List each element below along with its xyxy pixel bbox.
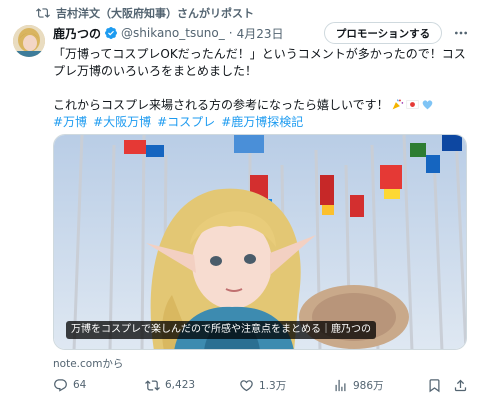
views-count: 986万 (353, 379, 384, 392)
avatar-image (13, 25, 45, 57)
reply-count: 64 (73, 379, 87, 391)
repost-text: 吉村洋文（大阪府知事）さんがリポスト (56, 7, 254, 20)
repost-icon (145, 379, 160, 391)
hashtag-link[interactable]: #鹿万博探検記 (221, 115, 303, 129)
bookmark-icon (429, 378, 440, 392)
hashtags: #万博 #大阪万博 #コスプレ #鹿万博探検記 (53, 114, 473, 131)
repost-indicator[interactable]: 吉村洋文（大阪府知事）さんがリポスト (36, 4, 254, 22)
tweet-line: 「万博ってコスプレOKだったんだ！」というコメントが多かったので！コス (53, 47, 466, 61)
analytics-icon (335, 379, 346, 391)
action-bar: 64 6,423 1.3万 986万 (53, 374, 473, 396)
hashtag-link[interactable]: #万博 (53, 115, 87, 129)
author-avatar[interactable] (13, 25, 45, 57)
like-button[interactable]: 1.3万 (239, 374, 286, 396)
heart-icon (240, 379, 253, 391)
share-icon (454, 379, 467, 391)
separator-dot: · (228, 26, 233, 40)
repost-icon (36, 8, 50, 18)
reply-icon (54, 378, 67, 392)
hashtag-link[interactable]: #大阪万博 (93, 115, 151, 129)
hashtag-link[interactable]: #コスプレ (157, 115, 215, 129)
japan-flag-icon (406, 100, 419, 109)
repost-button[interactable]: 6,423 (145, 374, 195, 396)
tweet-text: 「万博ってコスプレOKだったんだ！」というコメントが多かったので！コス プレ万博… (53, 46, 473, 131)
like-count: 1.3万 (259, 379, 287, 392)
card-source[interactable]: note.comから (53, 356, 123, 371)
more-options-icon[interactable] (451, 24, 471, 42)
verified-badge-icon (105, 27, 117, 39)
party-popper-icon (392, 99, 403, 110)
link-card[interactable]: 万博をコスプレで楽しんだので所感や注意点をまとめる｜鹿乃つの (53, 134, 467, 350)
promote-button[interactable]: プロモーションする (324, 22, 442, 44)
repost-count: 6,423 (165, 379, 196, 391)
tweet-header: 鹿乃つの @shikano_tsuno_ · 4月23日 (53, 23, 284, 43)
blue-heart-icon (422, 100, 432, 110)
tweet-line: プレ万博のいろいろをまとめました！ (53, 64, 258, 78)
share-button[interactable] (453, 374, 473, 396)
tweet-line: これからコスプレ来場される方の参考になったら嬉しいです！ (53, 97, 473, 114)
tweet-date[interactable]: 4月23日 (237, 25, 284, 42)
author-name[interactable]: 鹿乃つの (53, 25, 101, 42)
card-caption: 万博をコスプレで楽しんだので所感や注意点をまとめる｜鹿乃つの (66, 321, 376, 339)
tweet-line-text: これからコスプレ来場される方の参考になったら嬉しいです！ (53, 98, 389, 112)
bookmark-button[interactable] (427, 374, 447, 396)
reply-button[interactable]: 64 (53, 374, 86, 396)
author-handle[interactable]: @shikano_tsuno_ (121, 26, 225, 40)
views-button[interactable]: 986万 (333, 374, 384, 396)
card-image (54, 135, 466, 349)
